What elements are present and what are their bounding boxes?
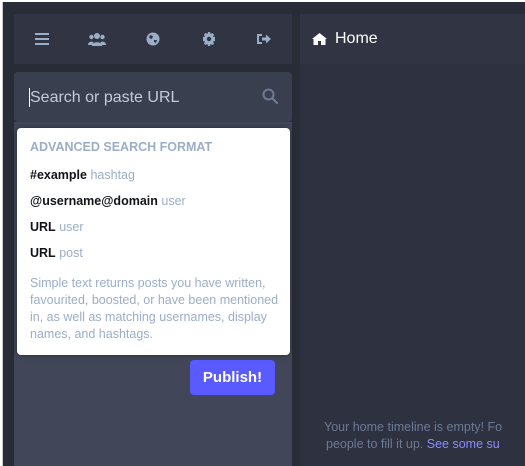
- search-format-item: URL user: [30, 220, 278, 234]
- search-icon[interactable]: [262, 88, 279, 109]
- app-frame: Publish! Home Your home timeline is empt…: [2, 2, 525, 466]
- description-line: names, and hashtags.: [30, 327, 153, 341]
- column-header[interactable]: Home: [300, 14, 525, 64]
- format-hint: user: [161, 194, 186, 208]
- format-key: #example: [30, 168, 87, 182]
- empty-message-line2: people to fill it up. See some su: [324, 436, 525, 453]
- popout-description: Simple text returns posts you have writt…: [30, 275, 285, 343]
- home-icon: [312, 33, 327, 45]
- search-popout: Advanced search format #example hashtag …: [17, 128, 290, 355]
- description-line: favourited, boosted, or have been mentio…: [30, 293, 279, 307]
- description-line: in, as well as matching usernames, displ…: [30, 310, 267, 324]
- format-hint: user: [59, 220, 84, 234]
- empty-message-text: people to fill it up.: [326, 437, 427, 451]
- publish-button[interactable]: Publish!: [190, 360, 275, 395]
- users-icon[interactable]: [70, 14, 126, 64]
- description-line: Simple text returns posts you have writt…: [30, 276, 266, 290]
- search-format-item: URL post: [30, 246, 278, 260]
- empty-message-line1: Your home timeline is empty! Fo: [324, 420, 503, 434]
- popout-title: Advanced search format: [30, 140, 213, 154]
- home-timeline: Your home timeline is empty! Fo people t…: [300, 64, 525, 466]
- hamburger-icon[interactable]: [14, 14, 70, 64]
- globe-icon[interactable]: [125, 14, 181, 64]
- search-format-list: #example hashtag @username@domain user U…: [30, 168, 278, 260]
- search-format-item: @username@domain user: [30, 194, 278, 208]
- text-caret: [29, 88, 30, 107]
- drawer-header: [14, 14, 292, 64]
- sign-out-icon[interactable]: [236, 14, 292, 64]
- gear-icon[interactable]: [181, 14, 237, 64]
- empty-timeline-message: Your home timeline is empty! Fo people t…: [324, 419, 525, 453]
- column-title: Home: [335, 30, 378, 47]
- format-hint: post: [59, 246, 83, 260]
- format-key: URL: [30, 220, 56, 234]
- format-hint: hashtag: [90, 168, 135, 182]
- search-box: [14, 72, 292, 122]
- format-key: URL: [30, 246, 56, 260]
- format-key: @username@domain: [30, 194, 158, 208]
- home-column: Home Your home timeline is empty! Fo peo…: [300, 14, 525, 466]
- suggestions-link[interactable]: See some su: [427, 437, 500, 451]
- search-input[interactable]: [28, 83, 252, 113]
- search-format-item: #example hashtag: [30, 168, 278, 182]
